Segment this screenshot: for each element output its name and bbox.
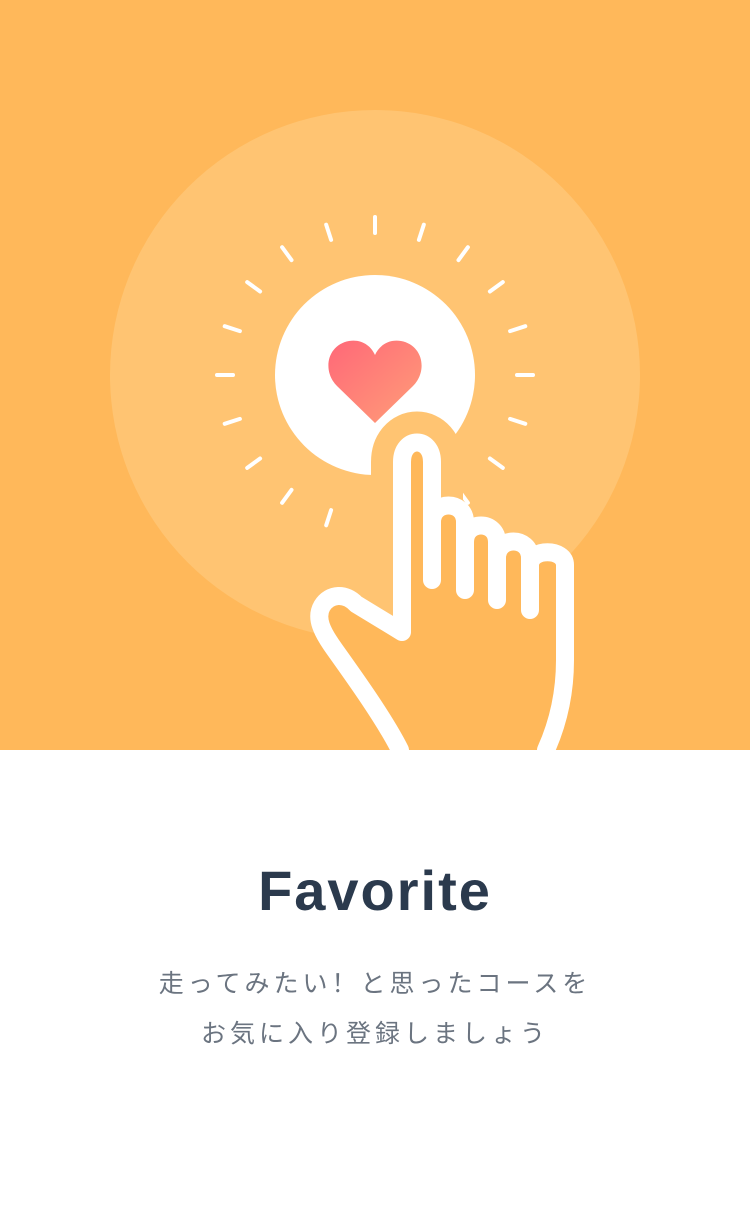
onboarding-screen: Favorite 走ってみたい！と思ったコースを お気に入り登録しましょう [0, 0, 750, 1224]
page-title: Favorite [258, 859, 492, 922]
description-line-2: お気に入り登録しましょう [200, 1019, 549, 1048]
description-line-1: 走ってみたい！と思ったコースを [158, 969, 592, 998]
hero-illustration [0, 0, 750, 750]
favorite-illustration [0, 0, 750, 750]
